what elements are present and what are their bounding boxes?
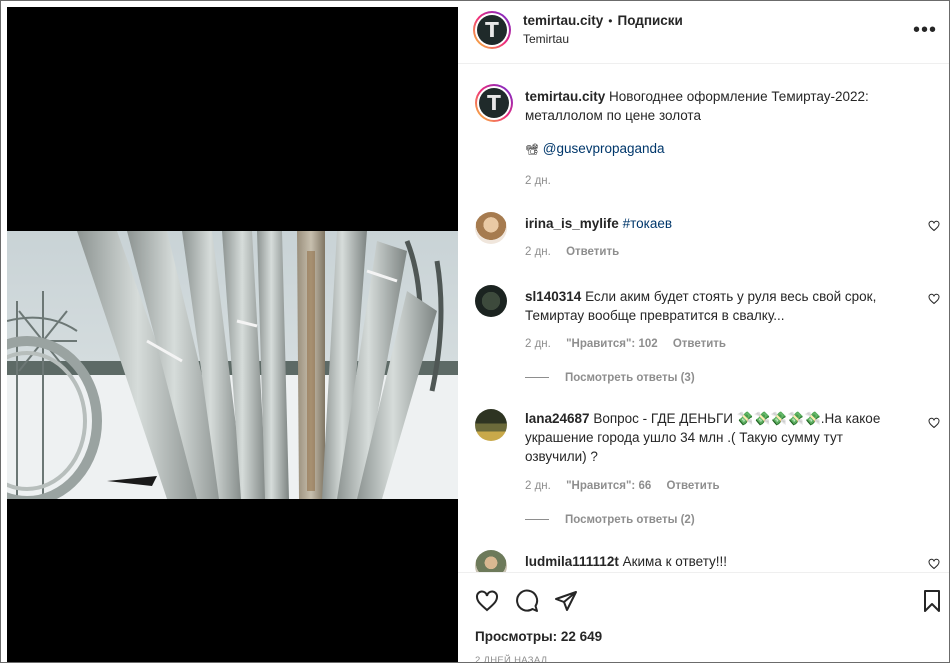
reply-button[interactable]: Ответить [566,246,619,258]
logo-icon: T [479,88,509,118]
mention-link[interactable]: @gusevpropaganda [543,141,665,156]
caption-avatar[interactable]: T [475,84,513,122]
logo-icon: T [477,15,507,45]
commenter-avatar[interactable] [475,550,507,572]
location-link[interactable]: Temirtau [523,32,569,46]
commenter-avatar[interactable] [475,212,507,244]
save-bookmark-icon[interactable] [920,589,944,613]
separator-dot: • [608,14,613,28]
commenter-avatar[interactable] [475,285,507,317]
like-comment-heart-icon[interactable] [928,558,940,570]
like-comment-heart-icon[interactable] [928,293,940,305]
comment-username[interactable]: sl140314 [525,289,581,304]
comment-time[interactable]: 2 дн. [525,246,551,258]
comments-list[interactable]: T temirtau.city Новогоднее оформление Те… [458,64,949,572]
view-replies-button[interactable]: Посмотреть ответы (2) [525,514,695,526]
post-sidebar: T temirtau.city • Подписки Temirtau ••• T … [458,1,949,662]
comment-bubble-icon[interactable] [515,589,539,613]
view-replies-button[interactable]: Посмотреть ответы (3) [525,372,695,384]
post-header: T temirtau.city • Подписки Temirtau ••• [458,1,949,64]
reply-button[interactable]: Ответить [673,338,726,350]
caption-text: temirtau.city Новогоднее оформление Теми… [525,87,895,125]
comment-username[interactable]: irina_is_mylife [525,216,619,231]
video-player[interactable] [7,7,458,662]
views-count[interactable]: Просмотры: 22 649 [475,629,602,644]
commenter-avatar[interactable] [475,409,507,441]
like-comment-heart-icon[interactable] [928,220,940,232]
replies-divider [525,377,549,379]
video-still [7,231,458,499]
replies-divider [525,519,549,521]
video-frame[interactable] [7,231,458,499]
following-button[interactable]: Подписки [617,13,682,28]
share-plane-icon[interactable] [554,589,578,613]
comment-text: Акима к ответу!!! [622,554,728,569]
caption-username[interactable]: temirtau.city [525,89,605,104]
post-dialog: T temirtau.city • Подписки Temirtau ••• T … [0,0,950,663]
like-count[interactable]: "Нравится": 66 [566,480,651,492]
like-comment-heart-icon[interactable] [928,417,940,429]
account-avatar[interactable]: T [473,11,511,49]
caption-time[interactable]: 2 дн. [525,175,551,187]
reply-button[interactable]: Ответить [666,480,719,492]
post-actions: Просмотры: 22 649 2 ДНЕЙ НАЗАД [458,572,949,662]
like-count[interactable]: "Нравится": 102 [566,338,658,350]
header-username[interactable]: temirtau.city [523,13,603,28]
post-timestamp[interactable]: 2 ДНЕЙ НАЗАД [475,655,548,662]
comment-username[interactable]: lana24687 [525,411,590,426]
more-options-icon[interactable]: ••• [913,19,937,42]
like-heart-icon[interactable] [475,589,499,613]
camera-emoji: 📽 [525,144,539,156]
comment-time[interactable]: 2 дн. [525,480,551,492]
comment-username[interactable]: ludmila111112t [525,554,619,569]
hashtag-link[interactable]: #токаев [623,216,672,231]
comment-time[interactable]: 2 дн. [525,338,551,350]
